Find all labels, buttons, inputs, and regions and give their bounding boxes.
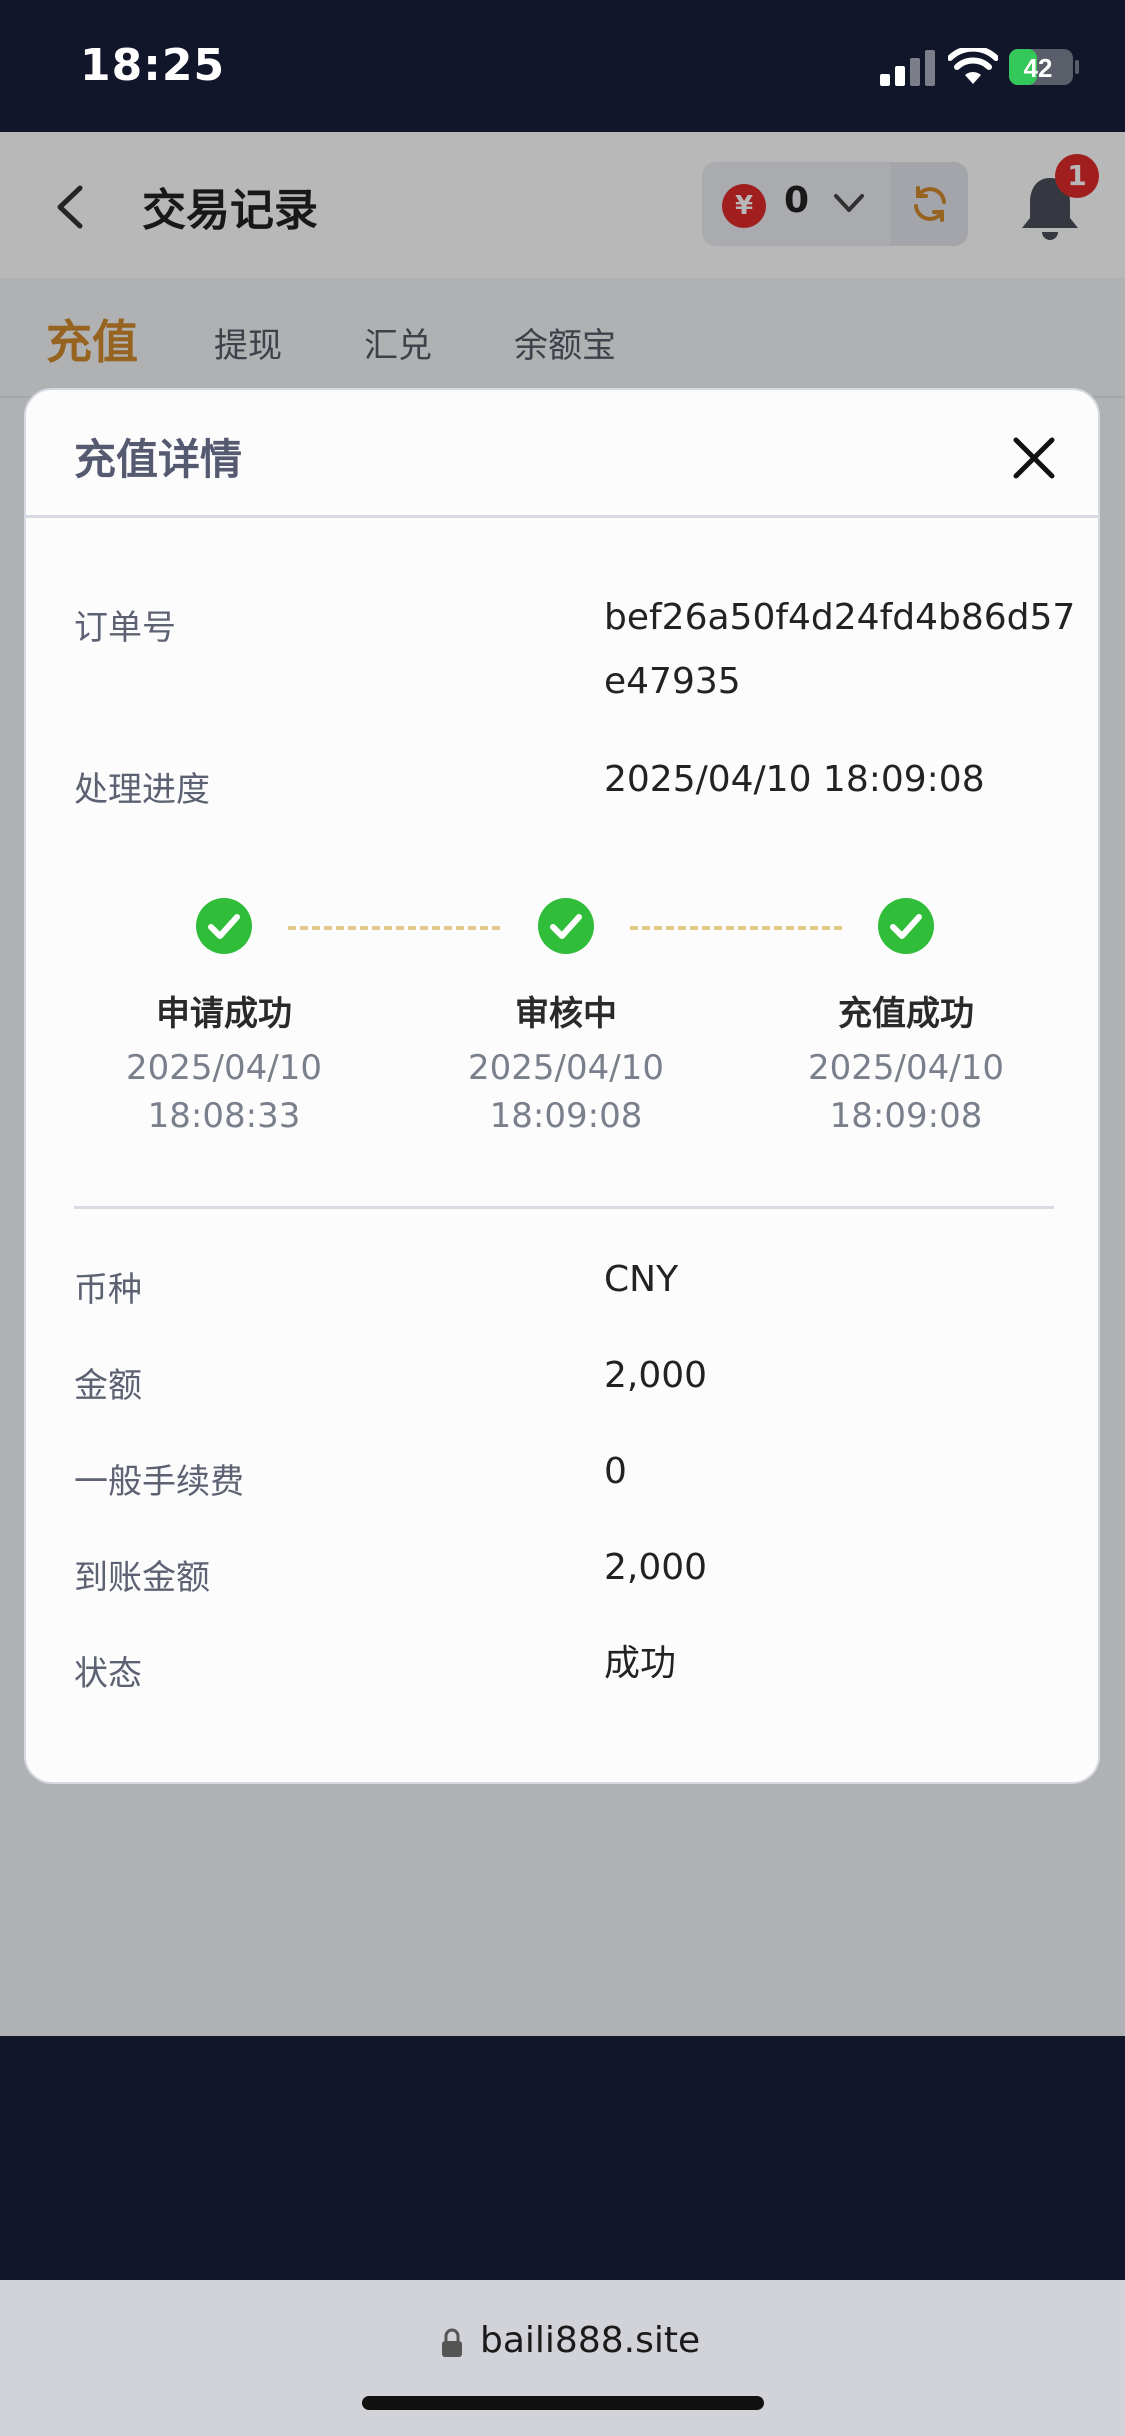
order-number-label: 订单号 — [74, 608, 176, 648]
step-connector — [630, 926, 842, 930]
lock-icon — [442, 2328, 462, 2357]
check-circle-icon — [878, 898, 934, 954]
recharge-detail-modal: 充值详情 订单号 bef26a50f4d24fd4b86d57e47935 处理… — [24, 388, 1100, 1784]
detail-label: 币种 — [74, 1270, 142, 1310]
step-date: 2025/04/10 — [808, 1048, 1004, 1088]
detail-value: CNY — [604, 1259, 679, 1300]
close-icon[interactable] — [1010, 434, 1058, 482]
step-time: 18:08:33 — [147, 1096, 301, 1136]
browser-url-bar[interactable]: baili888.site — [0, 2280, 1125, 2436]
section-divider — [74, 1206, 1054, 1209]
status-bar: 18:25 42 — [0, 0, 1125, 132]
progress-value: 2025/04/10 18:09:08 — [604, 759, 985, 800]
home-indicator[interactable] — [362, 2396, 764, 2410]
step-date: 2025/04/10 — [126, 1048, 322, 1088]
modal-title: 充值详情 — [74, 435, 243, 484]
detail-value: 0 — [604, 1451, 627, 1492]
battery-level: 42 — [1024, 53, 1053, 83]
detail-label: 一般手续费 — [74, 1462, 244, 1502]
check-circle-icon — [538, 898, 594, 954]
wifi-icon — [948, 48, 998, 84]
url-text[interactable]: baili888.site — [480, 2320, 700, 2361]
check-circle-icon — [196, 898, 252, 954]
detail-label: 到账金额 — [74, 1558, 210, 1598]
detail-value: 成功 — [604, 1643, 677, 1684]
detail-label: 状态 — [74, 1654, 142, 1694]
detail-value: 2,000 — [604, 1547, 708, 1588]
step-time: 18:09:08 — [489, 1096, 643, 1136]
battery-icon: 42 — [1009, 49, 1079, 85]
step-connector — [288, 926, 500, 930]
order-number-value: bef26a50f4d24fd4b86d57e47935 — [604, 597, 1076, 702]
detail-label: 金额 — [74, 1366, 142, 1406]
cellular-signal-icon — [880, 50, 935, 86]
step-date: 2025/04/10 — [468, 1048, 664, 1088]
step-label-reviewing: 审核中 — [515, 994, 617, 1034]
step-time: 18:09:08 — [829, 1096, 983, 1136]
progress-label: 处理进度 — [74, 770, 210, 810]
status-time: 18:25 — [80, 40, 226, 91]
step-label-applied: 申请成功 — [156, 994, 292, 1034]
step-label-completed: 充值成功 — [838, 994, 974, 1034]
detail-value: 2,000 — [604, 1355, 708, 1396]
modal-header: 充值详情 — [26, 390, 1098, 518]
